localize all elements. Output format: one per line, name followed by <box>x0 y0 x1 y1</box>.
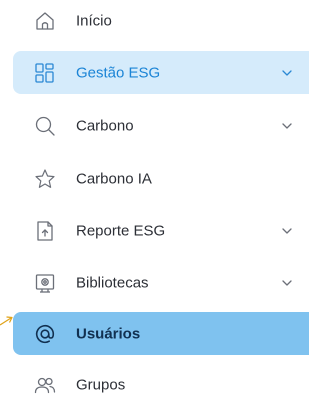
sidebar-item-grupos[interactable]: Grupos <box>13 363 309 398</box>
sidebar-item-usuarios[interactable]: Usuários <box>13 312 309 355</box>
chevron-down-icon[interactable] <box>281 120 293 132</box>
sidebar-item-label: Carbono IA <box>76 170 152 187</box>
chevron-down-icon[interactable] <box>281 67 293 79</box>
sidebar-item-label: Gestão ESG <box>76 64 161 81</box>
pointer-arrow-icon <box>0 316 13 326</box>
home-icon <box>33 9 57 33</box>
sidebar-item-label: Início <box>76 12 112 29</box>
sidebar-item-bibliotecas[interactable]: Bibliotecas <box>13 261 309 304</box>
sidebar-item-gestao-esg[interactable]: Gestão ESG <box>13 51 309 94</box>
users-icon <box>33 373 57 397</box>
document-upload-icon <box>33 219 57 243</box>
sidebar-item-label: Reporte ESG <box>76 222 166 239</box>
sidebar-item-reporte-esg[interactable]: Reporte ESG <box>13 209 309 252</box>
sidebar-nav: Início Gestão ESG Carbono Carbono IA Rep… <box>0 0 309 398</box>
sidebar-item-carbono[interactable]: Carbono <box>13 104 309 147</box>
search-icon <box>33 114 57 138</box>
sidebar-item-label: Usuários <box>76 325 141 342</box>
grid-icon <box>33 61 57 85</box>
library-icon <box>33 271 57 295</box>
sidebar-item-inicio[interactable]: Início <box>13 0 309 42</box>
star-icon <box>33 167 57 191</box>
chevron-down-icon[interactable] <box>281 225 293 237</box>
at-sign-icon <box>33 322 57 346</box>
sidebar-item-label: Grupos <box>76 376 126 393</box>
chevron-down-icon[interactable] <box>281 277 293 289</box>
sidebar-item-carbono-ia[interactable]: Carbono IA <box>13 157 309 200</box>
sidebar-item-label: Carbono <box>76 117 134 134</box>
sidebar-item-label: Bibliotecas <box>76 274 149 291</box>
